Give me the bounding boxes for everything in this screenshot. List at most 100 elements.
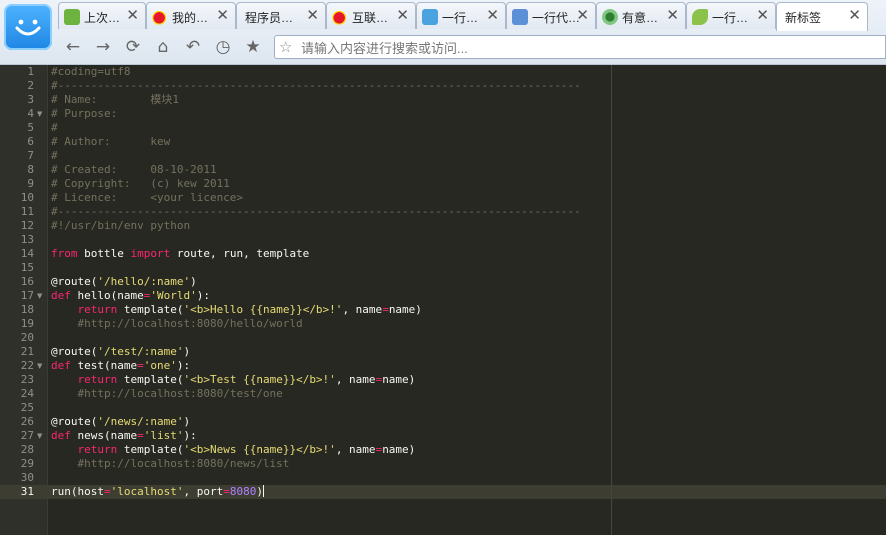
- bookmark-star-icon[interactable]: ☆: [279, 38, 292, 56]
- code-line: 2 #--------------------------------------…: [0, 79, 886, 93]
- code-text: # Author: kew: [51, 135, 170, 149]
- line-number: 14: [20, 247, 34, 260]
- tab-1[interactable]: 上次… ✕: [58, 2, 146, 29]
- back-icon[interactable]: ←: [62, 36, 84, 58]
- line-number: 5: [27, 121, 34, 134]
- line-number: 31: [20, 485, 34, 498]
- code-line: 7 #: [0, 149, 886, 163]
- line-number: 18: [20, 303, 34, 316]
- history-icon: [64, 9, 80, 25]
- weibo-icon: [152, 9, 168, 25]
- code-token: bottle: [77, 247, 131, 260]
- code-text: #!/usr/bin/env python: [51, 219, 190, 233]
- code-line: 9 # Copyright: (c) kew 2011: [0, 177, 886, 191]
- code-line: 1 #coding=utf8: [0, 65, 886, 79]
- code-line: 3 # Name: 模块1: [0, 93, 886, 107]
- code-token: @route(: [51, 345, 98, 358]
- line-number: 16: [20, 275, 34, 288]
- line-number: 12: [20, 219, 34, 232]
- code-editor[interactable]: 1 #coding=utf8 2 #-------------------------…: [0, 65, 886, 535]
- code-token: template(: [117, 303, 184, 316]
- code-token: return: [77, 373, 118, 386]
- browser-chrome: 上次… ✕ 我的… ✕ 程序员… ✕ 互联… ✕ 一行… ✕ 一行代… ✕ 有意… ✕ 一行… ✕ 新标签 ✕ ←…: [0, 0, 886, 65]
- forward-icon[interactable]: →: [92, 36, 114, 58]
- line-number: 20: [20, 331, 34, 344]
- tab-label: 一行代…: [532, 11, 581, 25]
- tab-close-icon[interactable]: ✕: [396, 8, 409, 24]
- code-token: test(name: [70, 359, 138, 372]
- tab-close-icon[interactable]: ✕: [666, 8, 679, 24]
- code-token: @route(: [51, 415, 98, 428]
- tab-4[interactable]: 互联… ✕: [326, 2, 416, 29]
- history-clock-icon[interactable]: ◷: [212, 36, 234, 58]
- leaf-icon: [692, 9, 708, 25]
- code-token: , name: [335, 443, 376, 456]
- line-number: 9: [27, 177, 34, 190]
- line-number: 21: [20, 345, 34, 358]
- code-text: def test(name='one'):: [51, 359, 190, 373]
- code-text: #---------------------------------------…: [51, 79, 581, 93]
- line-number: 15: [20, 261, 34, 274]
- code-text: #coding=utf8: [51, 65, 130, 79]
- code-token: =: [223, 485, 230, 498]
- code-token: ):: [196, 289, 210, 302]
- code-line: 14 from bottle import route, run, templat…: [0, 247, 886, 261]
- code-token: #: [51, 121, 58, 134]
- tab-close-icon[interactable]: ✕: [306, 8, 319, 24]
- code-token: name): [382, 443, 416, 456]
- line-number: 24: [20, 387, 34, 400]
- code-text: @route('/hello/:name'): [51, 275, 197, 289]
- code-text: @route('/news/:name'): [51, 415, 190, 429]
- code-token: ): [183, 345, 191, 358]
- code-text: @route('/test/:name'): [51, 345, 190, 359]
- tab-close-icon[interactable]: ✕: [486, 8, 499, 24]
- line-number: 29: [20, 457, 34, 470]
- tab-7[interactable]: 有意… ✕: [596, 2, 686, 29]
- tab-close-icon[interactable]: ✕: [756, 8, 769, 24]
- fold-arrow-icon[interactable]: ▼: [37, 289, 42, 303]
- fold-arrow-icon[interactable]: ▼: [37, 359, 42, 373]
- code-text: # Licence: <your licence>: [51, 191, 243, 205]
- code-token: , name: [335, 373, 376, 386]
- code-line: 12 #!/usr/bin/env python: [0, 219, 886, 233]
- tab-2[interactable]: 我的… ✕: [146, 2, 236, 29]
- code-text: # Copyright: (c) kew 2011: [51, 177, 230, 191]
- tab-close-icon[interactable]: ✕: [576, 8, 589, 24]
- fold-arrow-icon[interactable]: ▼: [37, 107, 42, 121]
- code-line: 13: [0, 233, 886, 247]
- tab-close-icon[interactable]: ✕: [848, 8, 861, 24]
- refresh-icon[interactable]: ⟳: [122, 36, 144, 58]
- line-number: 19: [20, 317, 34, 330]
- code-token: # Licence: <your licence>: [51, 191, 244, 204]
- code-line: 17 ▼ def hello(name='World'):: [0, 289, 886, 303]
- code-line: 16 @route('/hello/:name'): [0, 275, 886, 289]
- tab-9[interactable]: 新标签 ✕: [776, 2, 868, 31]
- text-caret: [262, 485, 264, 497]
- browser-logo-icon[interactable]: [4, 4, 52, 50]
- tab-label: 互联…: [352, 11, 389, 25]
- tab-3[interactable]: 程序员… ✕: [236, 2, 326, 29]
- c-icon: [602, 9, 618, 25]
- code-token: , port: [183, 485, 224, 498]
- tab-close-icon[interactable]: ✕: [216, 8, 229, 24]
- undo-close-icon[interactable]: ↶: [182, 36, 204, 58]
- tab-8[interactable]: 一行… ✕: [686, 2, 776, 29]
- address-input[interactable]: [299, 38, 863, 58]
- code-line: 29 #http://localhost:8080/news/list: [0, 457, 886, 471]
- home-icon[interactable]: ⌂: [152, 36, 174, 58]
- tab-6[interactable]: 一行代… ✕: [506, 2, 596, 29]
- tab-5[interactable]: 一行… ✕: [416, 2, 506, 29]
- code-text: #http://localhost:8080/news/list: [51, 457, 290, 471]
- code-token: ): [183, 415, 191, 428]
- code-token: template(: [117, 443, 184, 456]
- fold-arrow-icon[interactable]: ▼: [37, 429, 42, 443]
- code-token: '<b>News {{name}}</b>!': [183, 443, 336, 456]
- tab-close-icon[interactable]: ✕: [126, 8, 139, 24]
- code-token: #---------------------------------------…: [51, 205, 581, 218]
- favorites-star-icon[interactable]: ★: [242, 36, 264, 58]
- address-bar[interactable]: ☆: [274, 35, 886, 59]
- code-text: #http://localhost:8080/test/one: [51, 387, 283, 401]
